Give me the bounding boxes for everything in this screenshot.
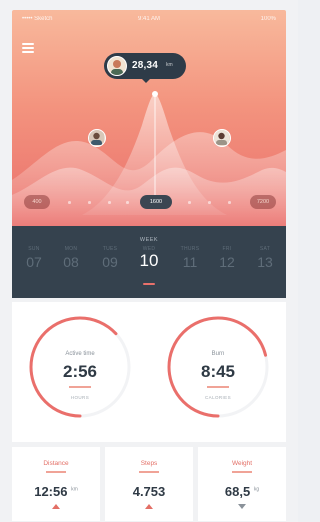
- ring-label: Active time: [65, 351, 95, 357]
- weight-card[interactable]: Weight 68,5 kg: [198, 447, 286, 521]
- day-name: TUES: [102, 246, 118, 252]
- stat-value: 12:56 km: [12, 484, 100, 499]
- range-dot: [88, 201, 91, 204]
- range-dot: [228, 201, 231, 204]
- day-wed[interactable]: WED 10: [133, 246, 165, 271]
- selected-day-indicator: [143, 283, 155, 285]
- stat-divider: [232, 471, 252, 473]
- stat-number: 12:56: [34, 484, 68, 499]
- range-start-chip[interactable]: 400: [24, 195, 50, 209]
- range-dot: [108, 201, 111, 204]
- distance-tooltip: 28,34 km: [104, 53, 186, 83]
- week-selector: WEEK SUN 07 MON 08 TUES 09 WED 10 THURS …: [12, 226, 286, 298]
- day-date: 10: [139, 251, 159, 270]
- day-date: 12: [219, 254, 235, 270]
- day-sat[interactable]: SAT 13: [249, 246, 281, 270]
- ring-divider: [69, 386, 91, 388]
- burn-ring[interactable]: Burn 8:45 CALORIES: [165, 314, 271, 420]
- tooltip-unit: km: [166, 62, 173, 68]
- day-name: MON: [64, 246, 78, 252]
- distance-card[interactable]: Distance 12:56 km: [12, 447, 100, 521]
- activity-chart-header: ••••• Sketch 9:41 AM 100% 28,34 km 400 1…: [12, 10, 286, 226]
- day-fri[interactable]: FRI 12: [211, 246, 243, 270]
- ring-divider: [207, 386, 229, 388]
- day-name: SUN: [28, 246, 40, 252]
- stat-unit: km: [71, 486, 78, 493]
- peak-dot: [152, 91, 158, 97]
- status-bar: ••••• Sketch 9:41 AM 100%: [12, 10, 286, 28]
- clock-label: 9:41 AM: [137, 16, 160, 22]
- week-title: WEEK: [139, 237, 159, 243]
- stat-number: 4.753: [132, 484, 166, 499]
- trend-up-icon: [52, 504, 60, 509]
- range-slider[interactable]: 400 1600 7200: [12, 195, 286, 211]
- stat-value: 4.753: [105, 484, 193, 499]
- rings-card: Active time 2:56 HOURS Burn 8:45 CALORIE…: [12, 302, 286, 442]
- avatar[interactable]: [213, 129, 231, 147]
- ring-label: Burn: [211, 351, 225, 357]
- day-date: 11: [182, 254, 198, 270]
- steps-card[interactable]: Steps 4.753: [105, 447, 193, 521]
- range-dot: [68, 201, 71, 204]
- app-screen: ••••• Sketch 9:41 AM 100% 28,34 km 400 1…: [0, 0, 298, 522]
- stat-value: 68,5 kg: [198, 484, 286, 499]
- day-thurs[interactable]: THURS 11: [174, 246, 206, 270]
- day-sun[interactable]: SUN 07: [18, 246, 50, 270]
- stat-label: Steps: [140, 460, 158, 467]
- active-time-ring[interactable]: Active time 2:56 HOURS: [27, 314, 133, 420]
- trend-down-icon: [238, 504, 246, 509]
- ring-value: 8:45: [200, 362, 236, 381]
- day-date: 08: [63, 254, 79, 270]
- battery-label: 100%: [260, 16, 276, 22]
- day-mon[interactable]: MON 08: [55, 246, 87, 270]
- range-end-chip[interactable]: 7200: [250, 195, 276, 209]
- range-dot: [126, 201, 129, 204]
- day-name: SAT: [259, 246, 271, 252]
- hamburger-icon[interactable]: [22, 43, 34, 53]
- stat-divider: [139, 471, 159, 473]
- stat-label: Distance: [43, 460, 69, 467]
- ring-unit: CALORIES: [205, 395, 231, 400]
- stat-divider: [46, 471, 66, 473]
- ring-unit: HOURS: [70, 395, 90, 400]
- range-current-chip[interactable]: 1600: [140, 195, 172, 209]
- trend-up-icon: [145, 504, 153, 509]
- ring-value: 2:56: [62, 362, 98, 381]
- range-dot: [188, 201, 191, 204]
- stat-number: 68,5: [224, 484, 251, 499]
- day-date: 09: [102, 254, 118, 270]
- stat-label: Weight: [231, 460, 253, 467]
- day-name: THURS: [180, 246, 200, 252]
- stat-unit: kg: [253, 486, 260, 493]
- range-dot: [208, 201, 211, 204]
- activity-wave-chart: [12, 91, 286, 226]
- tooltip-value: 28,34: [132, 60, 159, 71]
- day-name: FRI: [222, 246, 232, 252]
- day-tues[interactable]: TUES 09: [94, 246, 126, 270]
- avatar[interactable]: [88, 129, 106, 147]
- avatar: [107, 56, 127, 76]
- day-date: 13: [257, 254, 273, 270]
- day-date: 07: [26, 254, 42, 270]
